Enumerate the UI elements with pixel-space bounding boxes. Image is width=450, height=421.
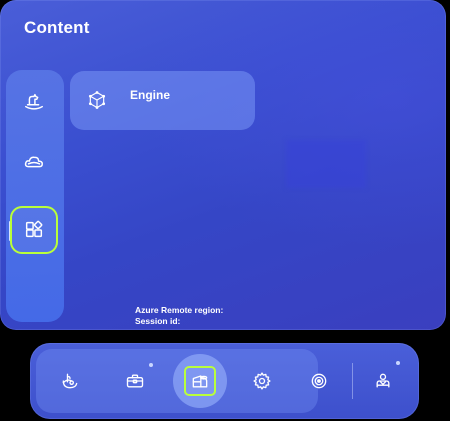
toolbar-button-content[interactable] xyxy=(173,354,227,408)
cube-icon xyxy=(88,91,106,109)
cloud-outline-icon xyxy=(24,156,43,168)
panel-title: Content xyxy=(24,18,90,37)
rocking-horse-icon xyxy=(25,93,43,110)
app-grid-add-icon xyxy=(25,220,43,238)
toolbar-button-toolbox[interactable] xyxy=(111,357,159,405)
region-label: Azure Remote region: xyxy=(135,305,224,315)
content-panel: Content Engine Azure Remote region: Sess… xyxy=(0,0,446,330)
focus-highlight xyxy=(184,366,216,396)
target-icon xyxy=(311,373,327,389)
toolbar-main-group xyxy=(36,349,318,413)
background-shape xyxy=(286,140,366,188)
card-label: Engine xyxy=(130,88,171,102)
rail-selection-indicator xyxy=(9,221,11,241)
rail-item-rocking-horse[interactable] xyxy=(12,80,56,124)
rail-item-cloud[interactable] xyxy=(12,140,56,184)
toolbar-button-assistant[interactable] xyxy=(359,357,407,405)
toolbar-divider xyxy=(352,363,353,399)
toolbar-button-target[interactable] xyxy=(295,357,343,405)
toolbar-button-settings[interactable] xyxy=(238,357,286,405)
toolbox-icon xyxy=(126,374,144,388)
content-card-engine[interactable]: Engine xyxy=(70,71,255,130)
eye-hand-icon xyxy=(62,373,78,389)
rail-item-app-grid-add[interactable] xyxy=(12,208,56,252)
session-label: Session id: xyxy=(135,316,181,326)
person-assistant-icon xyxy=(376,373,390,388)
assistant-badge xyxy=(396,361,400,365)
toolbar-button-mixed-reality[interactable] xyxy=(46,357,94,405)
app-root: Content Engine Azure Remote region: Sess… xyxy=(0,0,450,421)
bottom-toolbar xyxy=(30,343,419,419)
gear-icon xyxy=(253,372,271,390)
category-rail xyxy=(6,70,64,322)
toolbox-badge xyxy=(149,363,153,367)
